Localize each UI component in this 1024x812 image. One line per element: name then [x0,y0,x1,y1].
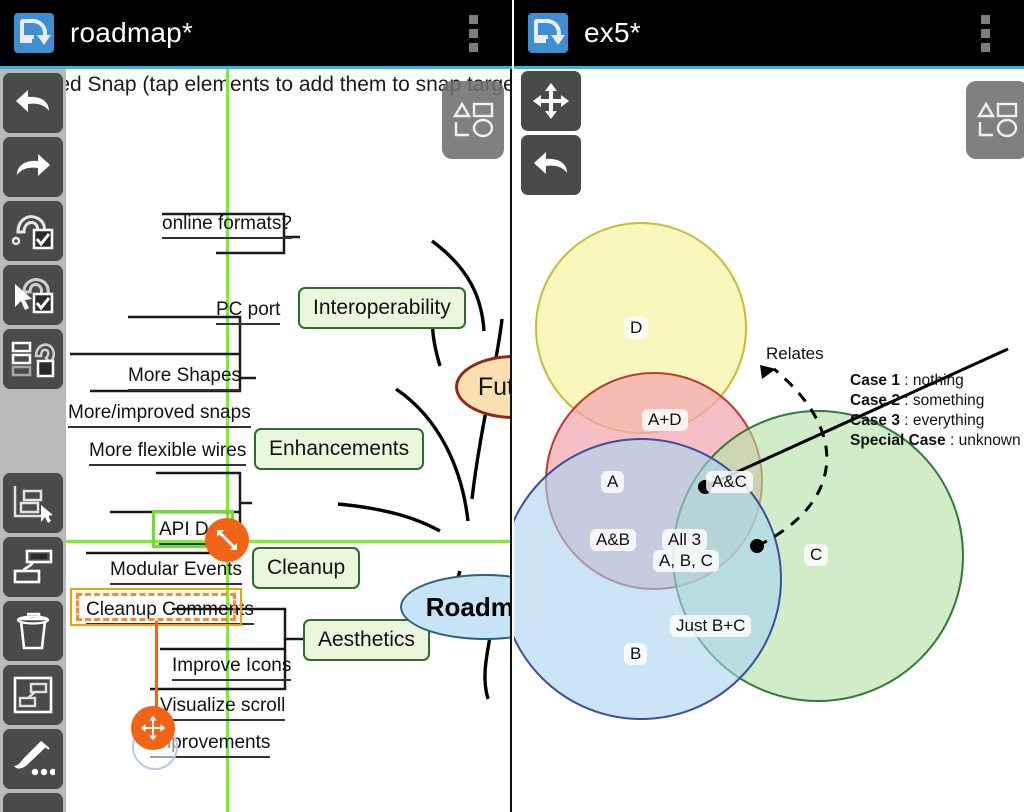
venn-label-all-3[interactable]: All 3 [662,529,708,551]
legend-key: Case 3 [850,412,900,429]
legend-row: Special Case : unknown [850,432,1021,449]
right-titlebar: ex5* [514,0,1024,66]
move-arrows-icon [139,714,167,742]
list-item[interactable]: More Shapes [128,365,242,391]
redo-icon [17,154,50,176]
list-item[interactable]: More flexible wires [89,440,247,466]
select-region-cursor-icon [13,486,53,523]
resize-handle[interactable] [205,518,249,562]
venn-label-d[interactable]: D [624,317,649,339]
legend-value: nothing [912,372,964,389]
move-handle[interactable] [131,706,175,750]
align-magnet-icon [11,341,56,378]
shapes-palette-button[interactable] [966,81,1024,159]
move-arrows-icon [533,83,569,119]
ndiagram-logo-icon [528,13,568,53]
venn-label-a[interactable]: A [601,471,625,493]
mindmap-node[interactable]: Cleanup [252,547,361,589]
sidebar-item-magnet-snap-selected[interactable] [3,265,63,325]
left-titlebar: roadmap* [0,0,512,66]
sidebar-item-undo[interactable] [521,135,581,195]
legend-value: something [912,392,985,409]
list-item[interactable]: Improve Icons [172,655,292,681]
trash-icon [16,612,50,650]
venn-label-a-and-c[interactable]: A&C [706,471,753,493]
right-toolbar[interactable] [518,69,584,199]
legend-row: Case 1 : nothing [850,372,964,389]
sidebar-item-select-region[interactable] [3,473,63,533]
sidebar-item-delete[interactable] [3,601,63,661]
resize-arrows-icon [217,530,237,550]
venn-label-a-plus-d[interactable]: A+D [642,409,688,431]
mindmap-node[interactable]: Interoperability [298,287,466,329]
relates-annotation-label[interactable]: Relates [766,344,824,364]
overflow-menu-icon[interactable] [968,0,1002,66]
sidebar-item-magnet-snap-all[interactable] [3,201,63,261]
legend-row: Case 2 : something [850,392,985,409]
undo-icon [534,152,567,174]
venn-label-all-3-members[interactable]: A, B, C [653,550,719,572]
list-item[interactable]: PC port [216,299,281,325]
relates-arrowhead [760,365,776,379]
left-toolbar[interactable] [0,69,66,812]
shapes-palette-icon [452,101,494,138]
legend-key: Special Case [850,432,946,449]
sidebar-item-more-options[interactable] [3,793,63,812]
legend-value: everything [912,412,985,429]
page-title: roadmap* [70,17,194,48]
list-item[interactable]: More/improved snaps [68,402,251,428]
legend[interactable]: Case 1 : nothing Case 2 : something Case… [850,371,1021,451]
legend-key: Case 1 [850,372,900,389]
left-canvas[interactable]: Targeted Snap (tap elements to add them … [0,69,512,812]
relates-endpoint-dot [750,539,764,553]
overflow-menu-icon[interactable] [456,0,490,66]
list-item[interactable]: online formats? [162,213,292,239]
magnet-cursor-checkbox-icon [15,278,54,314]
venn-label-a-and-b[interactable]: A&B [590,529,637,551]
list-item[interactable]: Visualize scroll [160,695,286,721]
right-panel: ex5* D A+D A A&C A&B All 3 A, B, C Just … [512,0,1024,812]
mindmap-node[interactable]: Enhancements [254,428,425,470]
mindmap-canvas[interactable]: online formats? PC port Interoperability… [0,69,512,812]
legend-key: Case 2 [850,392,900,409]
dual-panel-screenshot: roadmap* Targeted Snap (tap elements to … [0,0,1024,812]
legend-value: unknown [958,432,1021,449]
right-canvas[interactable]: D A+D A A&C A&B All 3 A, B, C Just B+C B… [514,69,1024,812]
left-panel: roadmap* Targeted Snap (tap elements to … [0,0,512,812]
brush-more-icon [14,741,55,776]
sidebar-item-pan-move[interactable] [521,71,581,131]
sidebar-item-align-elements[interactable] [3,329,63,389]
mindmap-node[interactable]: Aesthetics [303,619,430,661]
sidebar-item-undo[interactable] [3,73,63,133]
sidebar-item-group-frame[interactable] [3,665,63,725]
sidebar-item-connect-elements[interactable] [3,537,63,597]
venn-diagram[interactable]: D A+D A A&C A&B All 3 A, B, C Just B+C B… [514,69,1024,812]
shapes-palette-button[interactable] [442,81,504,159]
undo-icon [16,90,49,112]
frame-group-icon [13,676,53,714]
list-item[interactable]: Modular Events [110,559,243,585]
connect-wire-icon [13,549,53,584]
venn-label-b[interactable]: B [624,643,648,665]
venn-label-c[interactable]: C [804,544,829,566]
selection-box-inner[interactable] [76,593,236,621]
sidebar-item-redo[interactable] [3,137,63,197]
legend-row: Case 3 : everything [850,412,985,429]
sidebar-item-style-brush[interactable] [3,729,63,789]
venn-label-just-b-plus-c[interactable]: Just B+C [670,615,752,637]
shapes-palette-icon [976,101,1018,138]
ndiagram-logo-icon [14,13,54,53]
magnet-checkbox-icon [11,215,54,250]
page-title: ex5* [584,17,641,48]
